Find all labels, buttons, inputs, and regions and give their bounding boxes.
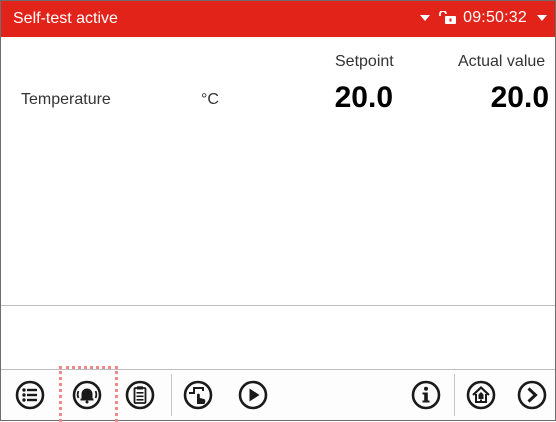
play-icon[interactable] [235,377,271,413]
status-header: Self-test active 09:50:32 [1,1,555,37]
setpoint-column-header: Setpoint [335,53,394,70]
temperature-label: Temperature [21,91,111,108]
manual-mode-icon[interactable] [180,377,216,413]
info-icon[interactable] [408,377,444,413]
header-status-area: 09:50:32 [420,9,547,27]
unlock-icon[interactable] [439,11,459,25]
toolbar-separator [454,374,455,416]
header-clock: 09:50:32 [463,9,527,26]
temperature-setpoint-value[interactable]: 20.0 [335,81,393,115]
actual-value-column-header: Actual value [458,53,546,70]
temperature-actual-value: 20.0 [490,81,549,114]
alarm-highlight-frame [59,366,118,422]
temperature-unit: °C [201,91,219,108]
dropdown-caret-icon[interactable] [420,15,431,21]
home-icon[interactable] [463,377,499,413]
menu-icon[interactable] [12,377,48,413]
screen-frame: Self-test active 09:50:32 Setpoint Actua… [0,0,556,422]
clipboard-icon[interactable] [122,377,158,413]
toolbar-separator [171,374,172,416]
content-divider [1,305,555,306]
next-icon[interactable] [514,377,550,413]
clock-dropdown-caret-icon[interactable] [537,15,547,21]
header-title: Self-test active [13,10,118,27]
